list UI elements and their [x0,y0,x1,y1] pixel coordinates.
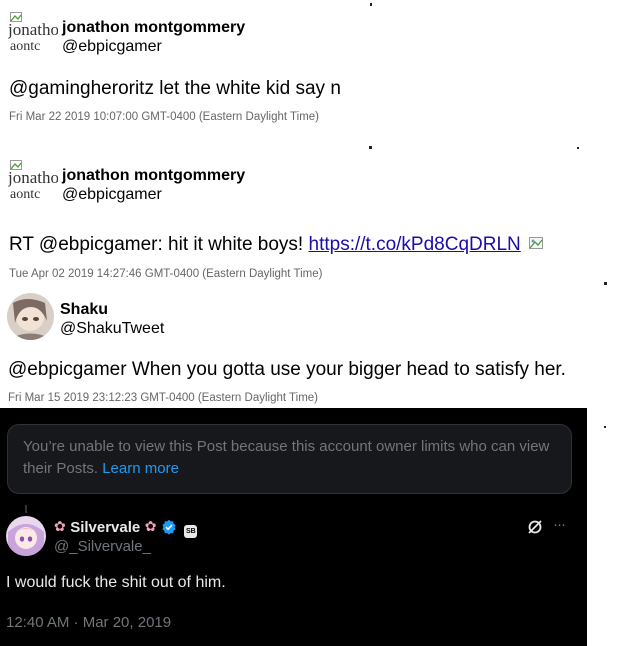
author-name[interactable]: jonathon montgommery [62,19,245,37]
restricted-post-notice: You’re unable to view this Post because … [7,424,572,494]
stray-mark [577,147,579,149]
author-handle[interactable]: @_Silvervale_ [54,538,151,555]
author-handle[interactable]: @ebpicgamer [62,186,162,204]
more-options-icon[interactable]: ··· [553,516,566,533]
thread-line [25,505,27,513]
avatar: jonathon montgommery aontc [8,160,58,206]
learn-more-link[interactable]: Learn more [102,460,179,477]
avatar-alt-text: jonathon montgommery [8,20,58,39]
flower-emoji-icon: ✿ [144,518,157,534]
post-timestamp: Fri Mar 22 2019 10:07:00 GMT-0400 (Easte… [9,111,320,123]
stray-mark [604,282,607,285]
stray-mark [604,426,606,428]
post-timestamp: Tue Apr 02 2019 14:27:46 GMT-0400 (Easte… [9,268,323,280]
author-name[interactable]: jonathon montgommery [62,167,245,185]
broken-image-icon [529,237,544,249]
author-handle[interactable]: @ShakuTweet [60,320,164,338]
post-text: @gamingheroritz let the white kid say n [9,78,341,99]
stray-mark [370,3,372,6]
flower-emoji-icon: ✿ [54,518,66,534]
post-timestamp[interactable]: 12:40 AM · Mar 20, 2019 [6,614,171,631]
dark-post-panel: You’re unable to view this Post because … [0,408,587,646]
avatar-image [6,516,46,556]
author-name[interactable]: Shaku [60,301,108,319]
post-text: I would fuck the shit out of him. [6,574,226,591]
post-text: @ebpicgamer When you gotta use your bigg… [8,359,566,380]
avatar[interactable] [6,516,46,556]
avatar[interactable] [7,293,54,340]
stray-mark [369,146,372,149]
avatar-alt-text-overflow: aontc [10,187,41,202]
avatar: jonathon montgommery aontc [8,12,58,58]
post-text-content: RT @ebpicgamer: hit it white boys! [9,234,309,255]
author-name[interactable]: Silvervale [70,519,140,536]
avatar-alt-text: jonathon montgommery [8,168,58,187]
avatar-image [7,293,54,340]
affiliate-badge-icon[interactable]: SB [184,525,198,538]
notice-text: You’re unable to view this Post because … [23,436,558,480]
grok-icon[interactable] [527,519,543,535]
post-timestamp: Fri Mar 15 2019 23:12:23 GMT-0400 (Easte… [8,392,319,404]
post-text: RT @ebpicgamer: hit it white boys! https… [9,234,545,256]
verified-badge-icon[interactable] [161,519,177,535]
post-link[interactable]: https://t.co/kPd8CqDRLN [309,234,521,255]
author-handle[interactable]: @ebpicgamer [62,38,162,56]
avatar-alt-text-overflow: aontc [10,39,41,54]
reply-author-row: ✿ Silvervale ✿ SB [54,518,198,538]
